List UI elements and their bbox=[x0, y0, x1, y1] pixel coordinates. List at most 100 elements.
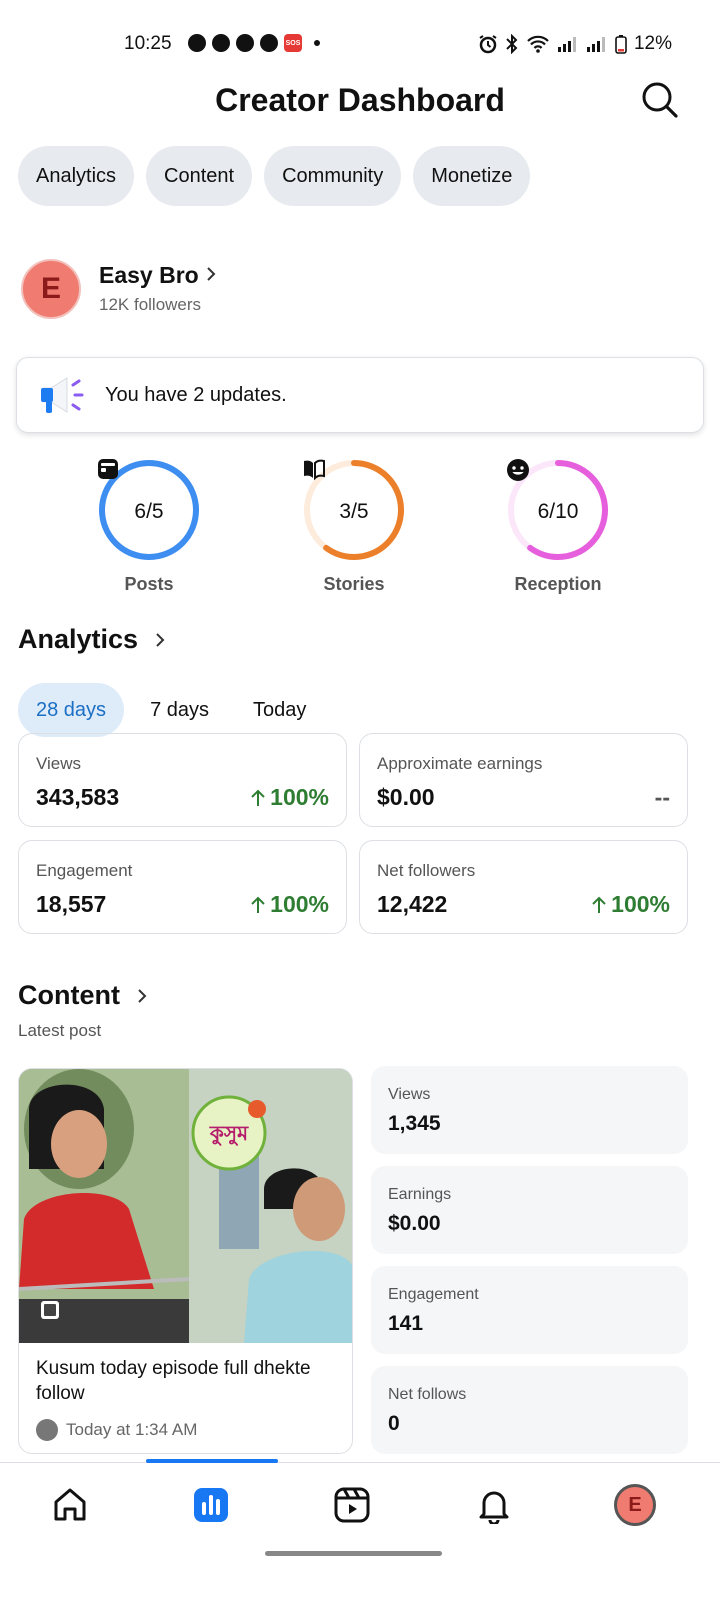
reception-value: 6/10 bbox=[537, 500, 579, 523]
stories-label: Stories bbox=[323, 574, 385, 594]
post-metric-net-follows: Net follows 0 bbox=[371, 1366, 688, 1454]
date-range-tabs: 28 days 7 days Today bbox=[18, 683, 324, 737]
post-metric-engagement: Engagement 141 bbox=[371, 1266, 688, 1354]
metric-label: Views bbox=[388, 1086, 431, 1103]
globe-icon bbox=[36, 1419, 58, 1441]
chevron-right-icon bbox=[138, 988, 147, 1003]
notification-dot bbox=[314, 40, 320, 46]
stat-value: 18,557 bbox=[36, 891, 107, 917]
insights-icon bbox=[194, 1488, 228, 1522]
stat-change: 100% bbox=[250, 891, 329, 918]
smiley-icon bbox=[507, 459, 529, 481]
active-tab-indicator bbox=[146, 1459, 278, 1463]
stat-card-views[interactable]: Views 343,583 100% bbox=[18, 733, 347, 827]
nav-notifications[interactable] bbox=[472, 1483, 516, 1527]
stat-value: $0.00 bbox=[377, 784, 435, 810]
range-7-days[interactable]: 7 days bbox=[132, 683, 227, 737]
tab-content[interactable]: Content bbox=[146, 146, 253, 206]
metric-value: 1,345 bbox=[388, 1112, 441, 1135]
top-tabs: Analytics Content Community Monetize bbox=[18, 146, 531, 206]
stat-change: 100% bbox=[591, 891, 670, 918]
megaphone-icon bbox=[37, 373, 87, 417]
search-icon bbox=[642, 82, 678, 118]
arrow-up-icon bbox=[251, 789, 265, 806]
arrow-up-icon bbox=[251, 896, 265, 913]
stat-change: -- bbox=[655, 784, 670, 811]
home-indicator[interactable] bbox=[265, 1551, 442, 1556]
metric-label: Earnings bbox=[388, 1186, 452, 1203]
messenger-icon bbox=[260, 34, 278, 52]
bottom-navigation: E bbox=[0, 1459, 720, 1600]
stat-change: 100% bbox=[250, 784, 329, 811]
thumbnail-logo-text: কুসুম bbox=[209, 1121, 249, 1145]
bluetooth-icon bbox=[506, 34, 518, 54]
range-today[interactable]: Today bbox=[235, 683, 324, 737]
metric-value: 0 bbox=[388, 1412, 400, 1435]
latest-post-card[interactable]: কুসুম Kusum today episode full dhekte fo… bbox=[18, 1068, 353, 1454]
analytics-title: Analytics bbox=[18, 624, 139, 654]
telegram-icon bbox=[188, 34, 206, 52]
telegram-icon bbox=[212, 34, 230, 52]
stat-change-value: 100% bbox=[270, 784, 329, 810]
chevron-right-icon bbox=[156, 632, 165, 647]
metric-value: 141 bbox=[388, 1312, 424, 1335]
post-meta: Today at 1:34 AM bbox=[36, 1419, 197, 1441]
wifi-icon bbox=[527, 35, 549, 53]
stat-card-earnings[interactable]: Approximate earnings $0.00 -- bbox=[359, 733, 688, 827]
chevron-right-icon[interactable] bbox=[205, 266, 217, 282]
stories-goal[interactable]: 3/5 Stories bbox=[284, 458, 424, 595]
tab-monetize[interactable]: Monetize bbox=[413, 146, 531, 206]
signal-icon bbox=[557, 37, 576, 52]
signal-icon bbox=[586, 37, 605, 52]
status-system-icons: 12% bbox=[478, 33, 672, 55]
stat-value: 12,422 bbox=[377, 891, 448, 917]
stat-card-net-followers[interactable]: Net followers 12,422 100% bbox=[359, 840, 688, 934]
search-button[interactable] bbox=[640, 80, 680, 120]
post-thumbnail[interactable]: কুসুম bbox=[19, 1069, 352, 1343]
stat-change-value: -- bbox=[654, 784, 670, 810]
posts-label: Posts bbox=[124, 574, 174, 594]
bell-icon bbox=[479, 1491, 509, 1524]
profile-avatar-small: E bbox=[614, 1484, 656, 1526]
analytics-section-title[interactable]: Analytics bbox=[18, 624, 166, 655]
profile-name[interactable]: Easy Bro bbox=[99, 262, 199, 289]
book-icon bbox=[304, 459, 325, 480]
post-caption: Kusum today episode full dhekte follow bbox=[36, 1358, 311, 1404]
page-title: Creator Dashboard bbox=[215, 82, 505, 118]
post-time: Today at 1:34 AM bbox=[66, 1420, 198, 1439]
alarm-icon bbox=[479, 35, 497, 54]
stat-label: Approximate earnings bbox=[377, 754, 543, 773]
arrow-up-icon bbox=[592, 896, 606, 913]
tab-community[interactable]: Community bbox=[264, 146, 402, 206]
content-section-title[interactable]: Content bbox=[18, 980, 148, 1011]
nav-profile[interactable]: E bbox=[613, 1483, 657, 1527]
nav-insights[interactable] bbox=[189, 1483, 233, 1527]
metric-label: Engagement bbox=[388, 1286, 479, 1303]
status-notification-icons: SOS bbox=[188, 34, 320, 52]
stat-change-value: 100% bbox=[611, 891, 670, 917]
home-icon bbox=[54, 1488, 86, 1521]
posts-value: 6/5 bbox=[134, 500, 164, 523]
post-metric-views: Views 1,345 bbox=[371, 1066, 688, 1154]
profile-followers: 12K followers bbox=[99, 295, 202, 314]
nav-home[interactable] bbox=[48, 1483, 92, 1527]
updates-banner[interactable]: You have 2 updates. bbox=[16, 357, 704, 433]
latest-post-label: Latest post bbox=[18, 1021, 102, 1040]
range-28-days[interactable]: 28 days bbox=[18, 683, 125, 737]
sos-icon: SOS bbox=[284, 34, 302, 52]
stories-value: 3/5 bbox=[339, 500, 369, 523]
content-title: Content bbox=[18, 980, 120, 1010]
reception-goal[interactable]: 6/10 Reception bbox=[488, 458, 628, 595]
metric-label: Net follows bbox=[388, 1386, 467, 1403]
metric-value: $0.00 bbox=[388, 1212, 441, 1235]
post-metric-earnings: Earnings $0.00 bbox=[371, 1166, 688, 1254]
posts-goal[interactable]: 6/5 Posts bbox=[79, 458, 219, 595]
status-time: 10:25 bbox=[124, 33, 172, 54]
stat-label: Engagement bbox=[36, 861, 133, 880]
stat-value: 343,583 bbox=[36, 784, 120, 810]
nav-reels[interactable] bbox=[330, 1483, 374, 1527]
profile-avatar[interactable]: E bbox=[21, 259, 81, 319]
tab-analytics[interactable]: Analytics bbox=[18, 146, 135, 206]
stat-card-engagement[interactable]: Engagement 18,557 100% bbox=[18, 840, 347, 934]
posts-icon bbox=[98, 459, 118, 479]
